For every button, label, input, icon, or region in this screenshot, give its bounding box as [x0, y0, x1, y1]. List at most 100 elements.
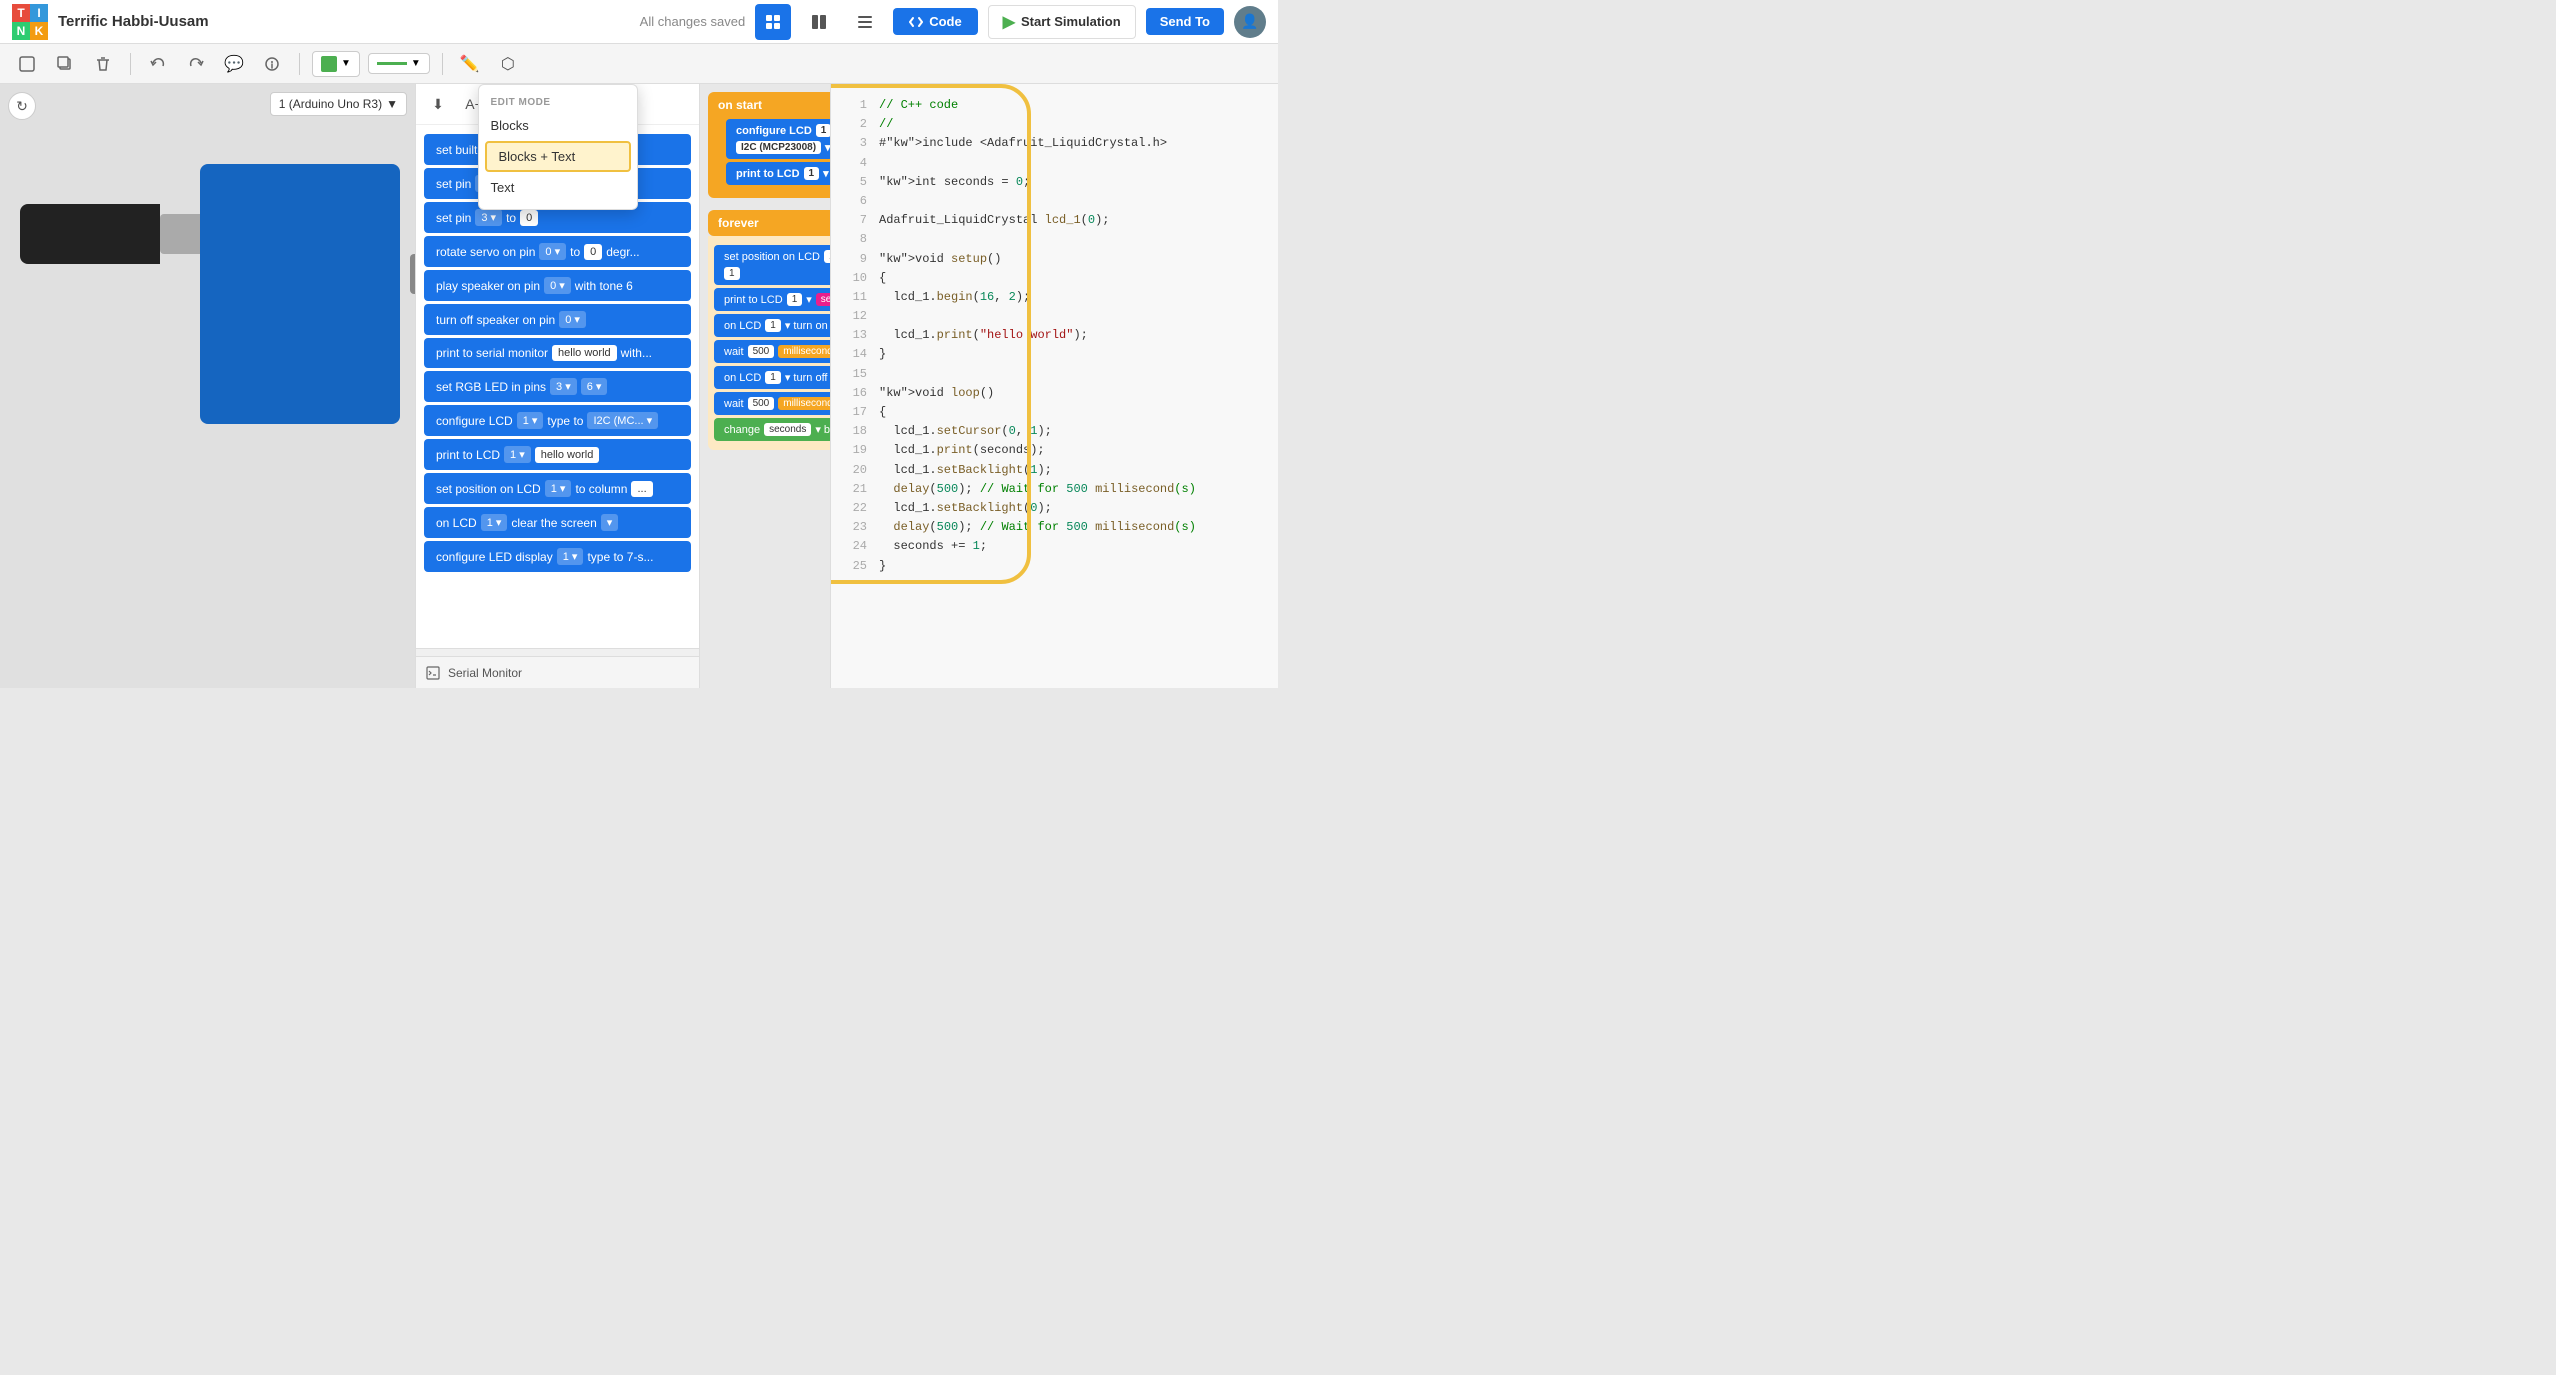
color-picker[interactable]: ▼: [312, 51, 360, 77]
horizontal-scrollbar[interactable]: [416, 648, 699, 656]
code-line: 5"kw">int seconds = 0;: [847, 173, 1262, 192]
mirror-button[interactable]: ⬡: [493, 49, 523, 79]
code-lines: 1// C++ code2//3#"kw">include <Adafruit_…: [847, 96, 1262, 576]
on-lcd-backlight-off-block[interactable]: on LCD 1 ▾ turn off the backlight ▾: [714, 366, 830, 389]
dropdown-arrow2: ▼: [411, 58, 421, 69]
separator-1: [130, 53, 131, 75]
download-icon[interactable]: ⬇: [424, 90, 452, 118]
code-line: 13 lcd_1.print("hello world");: [847, 326, 1262, 345]
block-configure-lcd[interactable]: configure LCD 1 ▾ type to I2C (MC... ▾: [424, 405, 691, 436]
block-set-position-lcd[interactable]: set position on LCD 1 ▾ to column ...: [424, 473, 691, 504]
code-panel: 1// C++ code2//3#"kw">include <Adafruit_…: [830, 84, 1278, 688]
undo-button[interactable]: [143, 49, 173, 79]
speaker-off-pin-dropdown[interactable]: 0 ▾: [559, 311, 586, 328]
servo-val: 0: [584, 244, 602, 260]
clear-dropdown[interactable]: ▾: [601, 514, 619, 531]
line-style-picker[interactable]: ▼: [368, 53, 430, 74]
edit-mode-blocks-plus-text[interactable]: Blocks + Text: [485, 141, 631, 172]
lcd-type-dropdown[interactable]: I2C (MC... ▾: [587, 412, 658, 429]
main-area: ↻ 1 (Arduino Uno R3) ▼ EDIT MODE Blocks …: [0, 84, 1278, 688]
copy-button[interactable]: [50, 49, 80, 79]
block-turn-off-speaker[interactable]: turn off speaker on pin 0 ▾: [424, 304, 691, 335]
block-print-serial[interactable]: print to serial monitor hello world with…: [424, 338, 691, 368]
speaker-pin-dropdown[interactable]: 0 ▾: [544, 277, 571, 294]
pin3-dropdown[interactable]: 3 ▾: [475, 209, 502, 226]
ms-badge-1: milliseconds ▾: [778, 345, 830, 358]
wait-500ms-block-2[interactable]: wait 500 milliseconds ▾: [714, 392, 830, 415]
list-view-icon[interactable]: [847, 4, 883, 40]
play-icon: ▶: [1003, 12, 1015, 32]
code-line: 2//: [847, 115, 1262, 134]
notes-button[interactable]: 💬: [219, 49, 249, 79]
annotate-button[interactable]: ✏️: [455, 49, 485, 79]
block-rotate-servo[interactable]: rotate servo on pin 0 ▾ to 0 degr...: [424, 236, 691, 267]
block-print-lcd[interactable]: print to LCD 1 ▾ hello world: [424, 439, 691, 470]
topbar: T I N K Terrific Habbi-Uusam All changes…: [0, 0, 1278, 44]
delete-button[interactable]: [88, 49, 118, 79]
print-to-lcd-seconds-block[interactable]: print to LCD 1 ▾ seconds: [714, 288, 830, 311]
on-start-block[interactable]: on start configure LCD 1 ▾ type to I2C (…: [708, 92, 830, 198]
code-line: 15: [847, 365, 1262, 384]
code-line: 14}: [847, 345, 1262, 364]
edit-mode-text[interactable]: Text: [479, 174, 637, 201]
canvas[interactable]: ↻ 1 (Arduino Uno R3) ▼: [0, 84, 415, 688]
set-position-lcd-block[interactable]: set position on LCD 1 ▾ to column 0 row …: [714, 245, 830, 285]
block-rgb-led[interactable]: set RGB LED in pins 3 ▾ 6 ▾: [424, 371, 691, 402]
lcd-num-dropdown[interactable]: 1 ▾: [517, 412, 544, 429]
row-val-badge: 1: [724, 267, 740, 280]
code-line: 11 lcd_1.begin(16, 2);: [847, 288, 1262, 307]
bl-off-num: 1: [765, 371, 781, 384]
code-line: 10{: [847, 269, 1262, 288]
pos-lcd-num-dropdown[interactable]: 1 ▾: [545, 480, 572, 497]
block-on-lcd-clear[interactable]: on LCD 1 ▾ clear the screen ▾: [424, 507, 691, 538]
code-line: 25}: [847, 557, 1262, 576]
code-line: 22 lcd_1.setBacklight(0);: [847, 499, 1262, 518]
user-avatar[interactable]: 👤: [1234, 6, 1266, 38]
serial-monitor-bar[interactable]: Serial Monitor: [416, 656, 699, 688]
usb-connector: [20, 204, 160, 264]
nav-right: All changes saved Code ▶ Start Simulatio…: [640, 4, 1266, 40]
clear-lcd-num-dropdown[interactable]: 1 ▾: [481, 514, 508, 531]
block-configure-led-display[interactable]: configure LED display 1 ▾ type to 7-s...: [424, 541, 691, 572]
wait-500ms-block-1[interactable]: wait 500 milliseconds ▾: [714, 340, 830, 363]
on-start-container: on start configure LCD 1 ▾ type to I2C (…: [708, 92, 830, 204]
arduino-board[interactable]: [200, 164, 400, 424]
code-button[interactable]: Code: [893, 8, 978, 35]
saved-status: All changes saved: [640, 14, 746, 29]
code-line: 24 seconds += 1;: [847, 537, 1262, 556]
block-play-speaker[interactable]: play speaker on pin 0 ▾ with tone 6: [424, 270, 691, 301]
send-to-button[interactable]: Send To: [1146, 8, 1224, 35]
led-disp-num-dropdown[interactable]: 1 ▾: [557, 548, 584, 565]
separator-3: [442, 53, 443, 75]
code-line: 23 delay(500); // Wait for 500 milliseco…: [847, 518, 1262, 537]
rgb-pin1-dropdown[interactable]: 3 ▾: [550, 378, 577, 395]
forever-container: forever set position on LCD 1 ▾ to colum…: [708, 210, 830, 450]
rgb-pin2-dropdown[interactable]: 6 ▾: [581, 378, 608, 395]
redo-button[interactable]: [181, 49, 211, 79]
configure-lcd-block[interactable]: configure LCD 1 ▾ type to I2C (MCP23008)…: [726, 119, 830, 159]
forever-block[interactable]: forever: [708, 210, 830, 236]
edit-mode-blocks[interactable]: Blocks: [479, 112, 637, 139]
logo-t: T: [12, 4, 30, 22]
new-button[interactable]: [12, 49, 42, 79]
servo-pin-dropdown[interactable]: 0 ▾: [539, 243, 566, 260]
forever-panel: on start configure LCD 1 ▾ type to I2C (…: [700, 84, 830, 688]
start-simulation-button[interactable]: ▶ Start Simulation: [988, 5, 1136, 39]
tinkercad-logo[interactable]: T I N K: [12, 4, 48, 40]
print-lcd-block[interactable]: print to LCD 1 ▾ hello world: [726, 162, 830, 185]
edit-mode-label: EDIT MODE: [479, 93, 637, 112]
rotate-view-button[interactable]: ↻: [8, 92, 36, 120]
forever-content: set position on LCD 1 ▾ to column 0 row …: [708, 236, 830, 450]
inspect-button[interactable]: [257, 49, 287, 79]
print-lcd-num-dropdown[interactable]: 1 ▾: [504, 446, 531, 463]
print-lcd-badge: 1: [804, 167, 820, 180]
code-line: 19 lcd_1.print(seconds);: [847, 441, 1262, 460]
code-line: 21 delay(500); // Wait for 500 milliseco…: [847, 480, 1262, 499]
arduino-selector[interactable]: 1 (Arduino Uno R3) ▼: [270, 92, 407, 116]
code-line: 1// C++ code: [847, 96, 1262, 115]
change-var: seconds: [764, 423, 811, 436]
blocks-view-icon[interactable]: [755, 4, 791, 40]
split-view-icon[interactable]: [801, 4, 837, 40]
change-seconds-block[interactable]: change seconds ▾ by 1: [714, 418, 830, 441]
on-lcd-backlight-on-block[interactable]: on LCD 1 ▾ turn on the backlight ▾: [714, 314, 830, 337]
